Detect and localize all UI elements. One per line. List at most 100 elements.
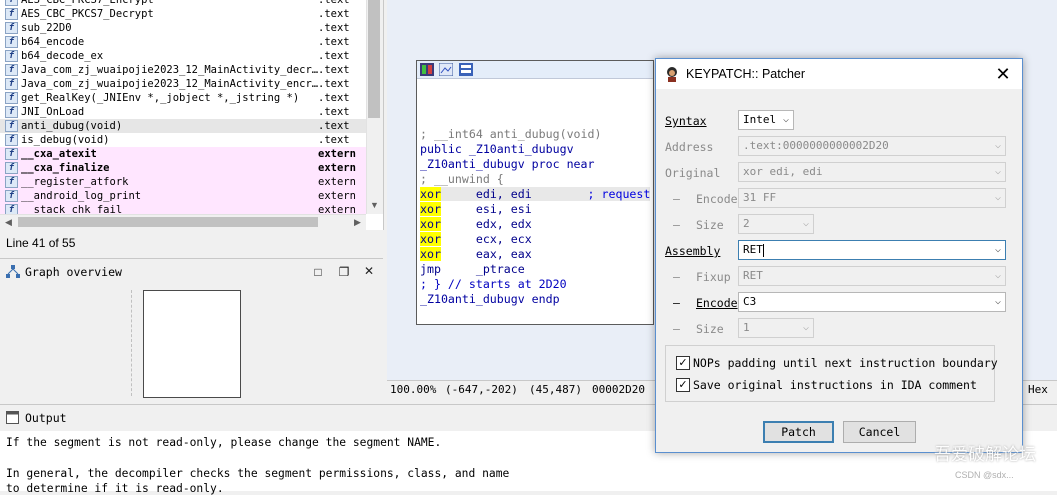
tab-hex[interactable]: Hex bbox=[1028, 383, 1048, 396]
assembly-input[interactable]: RET ⌵ bbox=[738, 240, 1006, 260]
mnemonic: xor bbox=[420, 202, 441, 216]
function-row[interactable]: f __register_atfork extern bbox=[0, 175, 366, 189]
function-icon: f bbox=[5, 134, 18, 146]
output-title: Output bbox=[25, 411, 67, 425]
function-segment: extern bbox=[318, 162, 356, 174]
function-name: __cxa_atexit bbox=[21, 148, 97, 160]
chevron-down-icon: ⌵ bbox=[994, 140, 1001, 151]
nop-padding-checkbox[interactable]: ✓ bbox=[676, 356, 690, 370]
disasm-line[interactable]: _Z10anti_dubugv endp bbox=[420, 292, 560, 306]
scroll-down-icon[interactable]: ▼ bbox=[370, 200, 379, 210]
function-row[interactable]: f b64_decode_ex .text bbox=[0, 49, 366, 63]
operands: edx, edx bbox=[440, 217, 532, 231]
disasm-line[interactable]: _Z10anti_dubugv proc near bbox=[420, 157, 595, 171]
function-row[interactable]: f AES_CBC_PKCS7_Encrypt .text bbox=[0, 0, 366, 7]
disasm-line[interactable]: xor edi, edi ; request bbox=[420, 187, 651, 201]
nop-padding-label[interactable]: NOPs padding until next instruction boun… bbox=[693, 356, 998, 370]
fixup-value: RET bbox=[743, 269, 763, 282]
function-segment: .text bbox=[318, 8, 350, 20]
function-icon: f bbox=[5, 36, 18, 48]
function-name: b64_encode bbox=[21, 36, 85, 48]
mnemonic: xor bbox=[420, 247, 441, 261]
disasm-text: _Z10anti_dubugv proc near bbox=[420, 157, 595, 171]
function-row[interactable]: f Java_com_zj_wuaipojie2023_12_MainActivi… bbox=[0, 63, 366, 77]
close-icon[interactable]: ✕ bbox=[992, 63, 1014, 85]
chevron-down-icon: ⌵ bbox=[994, 270, 1001, 281]
disasm-line[interactable]: ; __unwind { bbox=[420, 172, 504, 186]
save-original-label[interactable]: Save original instructions in IDA commen… bbox=[693, 378, 977, 392]
group-icon[interactable] bbox=[459, 63, 473, 76]
options-group bbox=[665, 345, 995, 402]
function-segment: extern bbox=[318, 176, 356, 188]
disasm-line[interactable]: jmp _ptrace bbox=[420, 262, 525, 276]
syntax-select[interactable]: Intel ⌵ bbox=[738, 110, 794, 130]
function-segment: .text bbox=[318, 78, 350, 90]
cancel-button[interactable]: Cancel bbox=[843, 421, 916, 443]
function-segment: .text bbox=[318, 92, 350, 104]
function-icon: f bbox=[5, 106, 18, 118]
function-row[interactable]: f Java_com_zj_wuaipojie2023_12_MainActivi… bbox=[0, 77, 366, 91]
dialog-title: KEYPATCH:: Patcher bbox=[686, 67, 806, 81]
function-row[interactable]: f get_RealKey(_JNIEnv *,_jobject *,_jstri… bbox=[0, 91, 366, 105]
function-row[interactable]: f anti_dubug(void) .text bbox=[0, 119, 366, 133]
cursor-pos: (45,487) bbox=[529, 383, 582, 396]
disassembly-node[interactable]: ; __int64 anti_dubug(void) public _Z10ant… bbox=[416, 60, 654, 325]
fixup-label: Fixup bbox=[696, 270, 731, 284]
disasm-text: ; __int64 anti_dubug(void) bbox=[420, 127, 602, 141]
chevron-down-icon[interactable]: ⌵ bbox=[995, 241, 1001, 259]
address-field: .text:0000000000002D20 ⌵ bbox=[738, 136, 1006, 156]
scroll-left-icon[interactable]: ◀ bbox=[5, 217, 12, 228]
mnemonic: xor bbox=[420, 217, 441, 231]
operands: edi, edi bbox=[440, 187, 588, 201]
address-label: Address bbox=[665, 140, 714, 154]
disasm-line[interactable]: xor esi, esi bbox=[420, 202, 532, 216]
function-segment: .text bbox=[318, 36, 350, 48]
graph-overview-icon bbox=[6, 265, 20, 278]
dialog-titlebar: KEYPATCH:: Patcher ✕ bbox=[656, 59, 1022, 89]
scroll-right-icon[interactable]: ▶ bbox=[354, 217, 361, 228]
patch-button[interactable]: Patch bbox=[763, 421, 834, 443]
close-icon[interactable]: ✕ bbox=[362, 264, 376, 278]
function-segment: extern bbox=[318, 148, 356, 160]
function-row[interactable]: f JNI_OnLoad .text bbox=[0, 105, 366, 119]
disasm-line[interactable]: xor eax, eax bbox=[420, 247, 532, 261]
chevron-down-icon: ⌵ bbox=[802, 218, 809, 229]
chevron-down-icon: ⌵ bbox=[782, 114, 789, 125]
function-row[interactable]: f __android_log_print extern bbox=[0, 189, 366, 203]
size-label: Size bbox=[696, 322, 724, 336]
output-icon bbox=[6, 411, 19, 424]
output-line: to determine if it is read-only. bbox=[6, 482, 224, 495]
image-icon[interactable] bbox=[439, 63, 453, 76]
disasm-line[interactable]: ; __int64 anti_dubug(void) bbox=[420, 127, 601, 141]
encode-field[interactable]: C3 ⌵ bbox=[738, 292, 1006, 312]
dash-marker: – bbox=[673, 270, 680, 284]
graph-overview-minimap[interactable] bbox=[143, 290, 241, 398]
function-row[interactable]: f __cxa_finalize extern bbox=[0, 161, 366, 175]
function-name: is_debug(void) bbox=[21, 134, 110, 146]
disasm-line[interactable]: xor ecx, ecx bbox=[420, 232, 532, 246]
functions-vertical-scroll-thumb[interactable] bbox=[368, 0, 380, 118]
graph-overview-titlebar: Graph overview □ ❐ ✕ bbox=[0, 258, 383, 286]
function-row[interactable]: f AES_CBC_PKCS7_Decrypt .text bbox=[0, 7, 366, 21]
functions-horizontal-scroll-thumb[interactable] bbox=[18, 217, 318, 227]
function-icon: f bbox=[5, 64, 18, 76]
zoom-level: 100.00% bbox=[390, 383, 437, 396]
original-encode-label: Encode bbox=[696, 192, 738, 206]
function-row[interactable]: f __cxa_atexit extern bbox=[0, 147, 366, 161]
address-value: .text:0000000000002D20 bbox=[743, 139, 889, 152]
function-row[interactable]: f is_debug(void) .text bbox=[0, 133, 366, 147]
function-row[interactable]: f b64_encode .text bbox=[0, 35, 366, 49]
function-segment: .text bbox=[318, 0, 350, 6]
function-name: JNI_OnLoad bbox=[21, 106, 85, 118]
maximize-icon[interactable]: □ bbox=[311, 265, 325, 279]
disasm-line[interactable]: xor edx, edx bbox=[420, 217, 532, 231]
color-icon[interactable] bbox=[420, 63, 434, 76]
function-row[interactable]: f sub_22D0 .text bbox=[0, 21, 366, 35]
assembly-value: RET bbox=[743, 243, 763, 256]
restore-icon[interactable]: ❐ bbox=[337, 265, 351, 279]
disasm-text: public _Z10anti_dubugv bbox=[420, 142, 574, 156]
disasm-line[interactable]: public _Z10anti_dubugv bbox=[420, 142, 574, 156]
disasm-line[interactable]: ; } // starts at 2D20 bbox=[420, 277, 567, 291]
save-original-checkbox[interactable]: ✓ bbox=[676, 378, 690, 392]
functions-pane: f AES_CBC_PKCS7_Encrypt .text f AES_CBC_PKCS… bbox=[0, 0, 384, 230]
